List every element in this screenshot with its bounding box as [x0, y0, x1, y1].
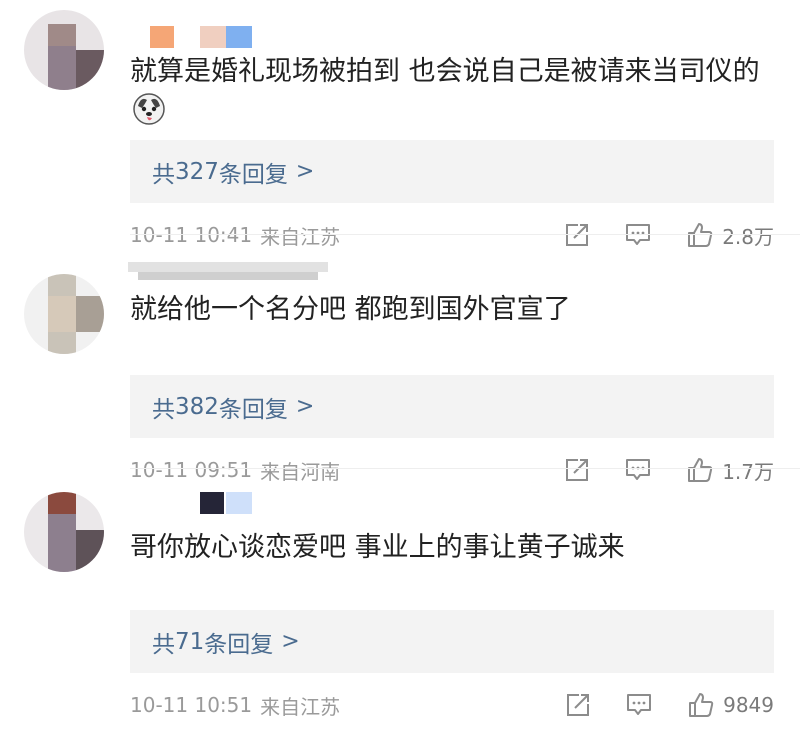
- comment-item: 哥你放心谈恋爱吧 事业上的事让黄子诚来 共 71 条回复 > 10-11 10:…: [0, 468, 800, 719]
- comment-actions: 9849: [565, 691, 774, 719]
- husky-dog-emoji-icon: [132, 92, 166, 138]
- chevron-right-icon: >: [295, 394, 315, 419]
- like-icon: [689, 693, 714, 717]
- comment-text: 哥你放心谈恋爱吧 事业上的事让黄子诚来: [130, 532, 625, 563]
- replies-link[interactable]: 共 327 条回复 >: [130, 140, 774, 203]
- avatar[interactable]: [24, 492, 104, 572]
- chevron-right-icon: >: [281, 629, 300, 654]
- comment-meta: 10-11 10:51 来自江苏 9849: [130, 690, 774, 720]
- comment-location: 来自江苏: [260, 694, 341, 719]
- comment-button[interactable]: [625, 692, 653, 718]
- avatar[interactable]: [24, 10, 104, 90]
- like-button[interactable]: 9849: [687, 691, 774, 719]
- avatar[interactable]: [24, 274, 104, 354]
- share-icon: [567, 694, 590, 716]
- chevron-right-icon: >: [295, 159, 315, 184]
- comment-time: 10-11 10:51: [130, 693, 253, 717]
- replies-link[interactable]: 共 382 条回复 >: [130, 375, 774, 438]
- comment-text: 就给他一个名分吧 都跑到国外官宣了: [130, 294, 571, 325]
- like-count: 9849: [723, 693, 774, 717]
- comment-item: 就算是婚礼现场被拍到 也会说自己是被请来当司仪的 共 327 条回复 > 10-…: [0, 0, 800, 249]
- comment-icon: [627, 694, 652, 715]
- comment-item: 就给他一个名分吧 都跑到国外官宣了 共 382 条回复 > 10-11 09:5…: [0, 234, 800, 484]
- comment-text: 就算是婚礼现场被拍到 也会说自己是被请来当司仪的: [130, 52, 764, 138]
- share-button[interactable]: [565, 692, 591, 718]
- replies-link[interactable]: 共 71 条回复 >: [130, 610, 774, 673]
